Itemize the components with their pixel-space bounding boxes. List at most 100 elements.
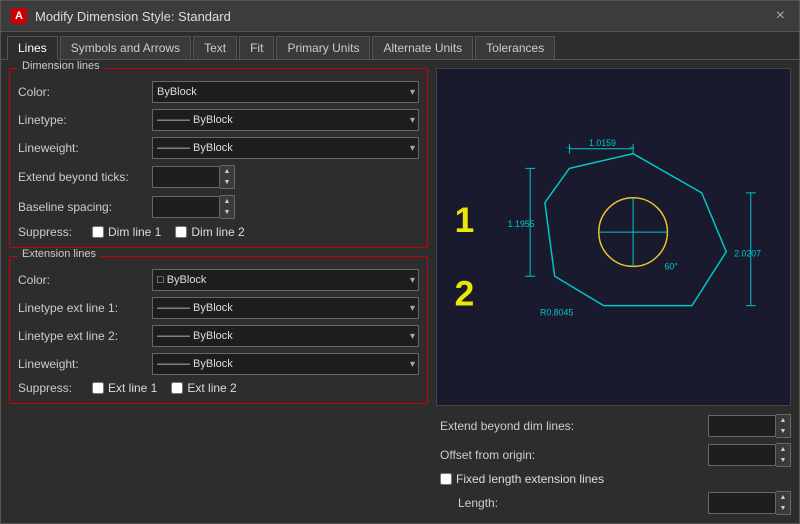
dim-suppress-row: Suppress: Dim line 1 Dim line 2 — [18, 225, 419, 239]
extension-lines-section: Extension lines Color: □ ByBlock Linetyp… — [9, 256, 428, 404]
fixed-length-checkbox-label[interactable]: Fixed length extension lines — [440, 472, 604, 486]
fixed-length-label: Fixed length extension lines — [456, 472, 604, 486]
dim-lineweight-label: Lineweight: — [18, 141, 148, 155]
ext-beyond-dim-row: Extend beyond dim lines: 0.1800 ▲ ▼ — [440, 414, 791, 438]
dim-lineweight-select-wrapper: ——— ByBlock — [152, 137, 419, 159]
dim-extend-spinner: 0.0000 ▲ ▼ — [152, 165, 235, 189]
ext-lineweight-select-wrapper: ——— ByBlock — [152, 353, 419, 375]
dim-baseline-row: Baseline spacing: 0.3800 ▲ ▼ — [18, 195, 419, 219]
ext-lineweight-row: Lineweight: ——— ByBlock — [18, 353, 419, 375]
tab-primary-units[interactable]: Primary Units — [276, 36, 370, 59]
offset-origin-label: Offset from origin: — [440, 448, 704, 462]
ext-beyond-dim-down[interactable]: ▼ — [776, 426, 790, 437]
dim-baseline-label: Baseline spacing: — [18, 200, 148, 214]
dim-baseline-down-btn[interactable]: ▼ — [220, 207, 234, 218]
dimension-lines-section: Dimension lines Color: ByBlock Linetype: — [9, 68, 428, 248]
dialog-window: A Modify Dimension Style: Standard × Lin… — [0, 0, 800, 524]
preview-svg: 1 2 — [437, 69, 790, 405]
svg-text:2: 2 — [455, 275, 475, 314]
ext-linetype1-select-wrapper: ——— ByBlock — [152, 297, 419, 319]
dimension-lines-title: Dimension lines — [18, 60, 104, 72]
close-button[interactable]: × — [772, 7, 789, 25]
dim-line1-checkbox[interactable] — [92, 226, 104, 238]
length-spinner: 1.0000 ▲ ▼ — [708, 491, 791, 515]
dim-color-select[interactable]: ByBlock — [152, 81, 419, 103]
dim-extend-up-btn[interactable]: ▲ — [220, 166, 234, 177]
dim-line2-checkbox[interactable] — [175, 226, 187, 238]
ext-line2-checkbox-label[interactable]: Ext line 2 — [171, 381, 236, 395]
svg-text:1: 1 — [455, 201, 475, 240]
ext-linetype1-row: Linetype ext line 1: ——— ByBlock — [18, 297, 419, 319]
preview-area: 1 2 — [436, 68, 791, 406]
dim-baseline-up-btn[interactable]: ▲ — [220, 196, 234, 207]
dim-1-1955-label: 1.1955 — [508, 219, 535, 229]
dialog-title: Modify Dimension Style: Standard — [35, 9, 764, 24]
ext-linetype1-label: Linetype ext line 1: — [18, 301, 148, 315]
tab-text[interactable]: Text — [193, 36, 237, 59]
length-up[interactable]: ▲ — [776, 492, 790, 503]
main-content: Dimension lines Color: ByBlock Linetype: — [1, 60, 799, 523]
offset-origin-input[interactable]: 0.0625 — [708, 444, 776, 466]
dim-color-select-wrapper: ByBlock — [152, 81, 419, 103]
ext-lineweight-label: Lineweight: — [18, 357, 148, 371]
dim-extend-spinner-btns: ▲ ▼ — [220, 165, 235, 189]
dim-linetype-select-wrapper: ——— ByBlock — [152, 109, 419, 131]
ext-beyond-dim-up[interactable]: ▲ — [776, 415, 790, 426]
offset-origin-btns: ▲ ▼ — [776, 443, 791, 467]
ext-linetype1-select[interactable]: ——— ByBlock — [152, 297, 419, 319]
title-bar: A Modify Dimension Style: Standard × — [1, 1, 799, 32]
tab-symbols-arrows[interactable]: Symbols and Arrows — [60, 36, 191, 59]
length-btns: ▲ ▼ — [776, 491, 791, 515]
offset-origin-row: Offset from origin: 0.0625 ▲ ▼ — [440, 443, 791, 467]
dim-line2-checkbox-label[interactable]: Dim line 2 — [175, 225, 244, 239]
tab-alternate-units[interactable]: Alternate Units — [372, 36, 473, 59]
dim-line1-checkbox-label[interactable]: Dim line 1 — [92, 225, 161, 239]
dim-r0-8045-label: R0.8045 — [540, 307, 573, 317]
right-bottom-section: Extend beyond dim lines: 0.1800 ▲ ▼ Offs… — [436, 410, 799, 523]
ext-linetype2-row: Linetype ext line 2: ——— ByBlock — [18, 325, 419, 347]
offset-origin-spinner: 0.0625 ▲ ▼ — [708, 443, 791, 467]
ext-color-label: Color: — [18, 273, 148, 287]
ext-line1-checkbox-label[interactable]: Ext line 1 — [92, 381, 157, 395]
dim-line2-label: Dim line 2 — [191, 225, 244, 239]
ext-color-row: Color: □ ByBlock — [18, 269, 419, 291]
ext-color-select-wrapper: □ ByBlock — [152, 269, 419, 291]
tab-lines[interactable]: Lines — [7, 36, 58, 60]
left-panel: Dimension lines Color: ByBlock Linetype: — [1, 60, 436, 523]
dim-2-0207-label: 2.0207 — [734, 249, 761, 259]
svg-text:→: → — [564, 142, 572, 151]
ext-line1-checkbox[interactable] — [92, 382, 104, 394]
dim-lineweight-select[interactable]: ——— ByBlock — [152, 137, 419, 159]
svg-text:←: ← — [628, 142, 636, 151]
dim-linetype-select[interactable]: ——— ByBlock — [152, 109, 419, 131]
length-label: Length: — [440, 496, 704, 510]
dim-60-label: 60° — [664, 261, 677, 271]
ext-beyond-dim-input[interactable]: 0.1800 — [708, 415, 776, 437]
dim-extend-down-btn[interactable]: ▼ — [220, 177, 234, 188]
fixed-length-checkbox[interactable] — [440, 473, 452, 485]
ext-linetype2-label: Linetype ext line 2: — [18, 329, 148, 343]
dim-baseline-spinner-btns: ▲ ▼ — [220, 195, 235, 219]
ext-suppress-label: Suppress: — [18, 381, 78, 395]
length-down[interactable]: ▼ — [776, 503, 790, 514]
tab-fit[interactable]: Fit — [239, 36, 274, 59]
dim-baseline-input[interactable]: 0.3800 — [152, 196, 220, 218]
ext-line2-checkbox[interactable] — [171, 382, 183, 394]
tab-tolerances[interactable]: Tolerances — [475, 36, 555, 59]
ext-line2-label: Ext line 2 — [187, 381, 236, 395]
ext-lineweight-select[interactable]: ——— ByBlock — [152, 353, 419, 375]
ext-beyond-dim-btns: ▲ ▼ — [776, 414, 791, 438]
dim-linetype-label: Linetype: — [18, 113, 148, 127]
dim-line1-label: Dim line 1 — [108, 225, 161, 239]
offset-origin-down[interactable]: ▼ — [776, 455, 790, 466]
ext-linetype2-select[interactable]: ——— ByBlock — [152, 325, 419, 347]
ext-beyond-dim-spinner: 0.1800 ▲ ▼ — [708, 414, 791, 438]
dim-extend-input[interactable]: 0.0000 — [152, 166, 220, 188]
ext-color-select[interactable]: □ ByBlock — [152, 269, 419, 291]
dim-linetype-row: Linetype: ——— ByBlock — [18, 109, 419, 131]
offset-origin-up[interactable]: ▲ — [776, 444, 790, 455]
dim-baseline-spinner: 0.3800 ▲ ▼ — [152, 195, 235, 219]
length-input[interactable]: 1.0000 — [708, 492, 776, 514]
fixed-length-row: Fixed length extension lines — [440, 472, 791, 486]
dim-extend-row: Extend beyond ticks: 0.0000 ▲ ▼ — [18, 165, 419, 189]
